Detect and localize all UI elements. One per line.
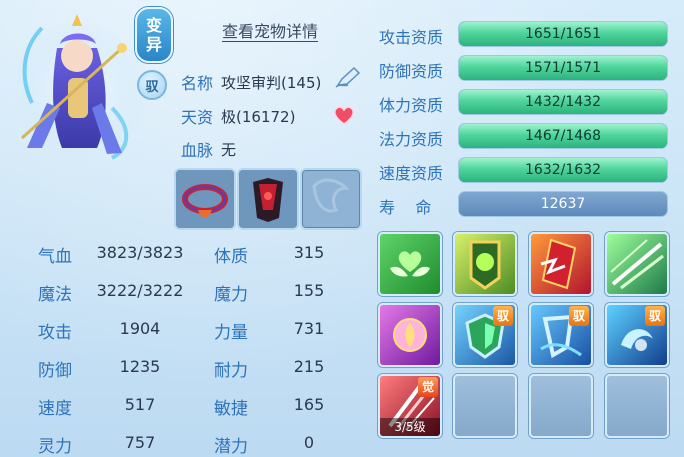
edit-name-icon[interactable]: [334, 65, 362, 89]
talent-row: 天资 极(16172): [181, 104, 295, 128]
skill-level: 3/5级: [380, 418, 440, 436]
aptitude-label-attack: 攻击资质: [379, 28, 444, 47]
skill-slot-9-awakened[interactable]: 觉 3/5级: [378, 374, 442, 438]
wind-slash-skill-icon: [610, 239, 664, 290]
skill-slot-4[interactable]: [605, 232, 669, 296]
aptitude-bar-defense: 1571/1571: [458, 55, 668, 81]
lifespan-value: 12637: [540, 196, 586, 212]
stat-label-potential: 潜力: [214, 437, 248, 457]
stat-value-mp: 3222/3222: [96, 281, 184, 300]
aptitude-label-speed: 速度资质: [379, 164, 444, 183]
stat-label-magic: 魔力: [214, 285, 248, 305]
tame-tag: 驭: [645, 306, 665, 326]
stat-value-magic: 155: [293, 281, 325, 300]
stat-value-strength: 731: [293, 319, 325, 338]
banner-skill-icon: [469, 240, 501, 290]
name-value: 攻坚审判(145): [221, 73, 322, 92]
aptitude-bar-attack: 1651/1651: [458, 21, 668, 47]
aptitude-value-attack: 1651/1651: [525, 26, 601, 42]
aptitude-label-mana: 法力资质: [379, 130, 444, 149]
stat-value-spirit: 757: [124, 433, 156, 452]
skill-slot-empty[interactable]: [529, 374, 593, 438]
skill-slot-empty[interactable]: [605, 374, 669, 438]
tame-badge: 驭: [137, 70, 167, 100]
aptitude-bar-speed: 1632/1632: [458, 157, 668, 183]
stat-value-defense: 1235: [119, 357, 161, 376]
aptitude-label-stamina: 体力资质: [379, 96, 444, 115]
skill-slot-7[interactable]: 驭: [529, 303, 593, 367]
skill-slot-2[interactable]: [453, 232, 517, 296]
stat-label-spirit: 灵力: [38, 437, 72, 457]
stat-label-endurance: 耐力: [214, 361, 248, 381]
aptitude-label-defense: 防御资质: [379, 62, 444, 81]
talent-value: 极(16172): [221, 107, 296, 126]
empty-slot-icon: [312, 178, 350, 213]
aptitude-bar-stamina: 1432/1432: [458, 89, 668, 115]
heart-wings-skill-icon: [390, 251, 430, 277]
name-label: 名称: [181, 74, 214, 93]
stat-value-endurance: 215: [293, 357, 325, 376]
variant-badge-char-1: 变: [145, 16, 162, 35]
stat-value-potential: 0: [303, 433, 315, 452]
view-pet-details-link[interactable]: 查看宠物详情: [222, 22, 319, 42]
lightning-blade-skill-icon: [540, 238, 577, 290]
lifespan-label: 寿 命: [379, 198, 432, 217]
stat-value-agility: 165: [293, 395, 325, 414]
equipment-slot-armor[interactable]: [237, 168, 299, 230]
bloodline-value: 无: [221, 140, 237, 159]
skill-slot-5[interactable]: [378, 303, 442, 367]
lotus-skill-icon: [393, 318, 427, 352]
stat-label-mp: 魔法: [38, 285, 72, 305]
bloodline-label: 血脉: [181, 141, 214, 160]
name-row: 名称 攻坚审判(145): [181, 70, 321, 94]
tame-tag: 驭: [493, 306, 513, 326]
aptitude-bar-mana: 1467/1468: [458, 123, 668, 149]
skill-slot-3[interactable]: [529, 232, 593, 296]
aptitude-value-defense: 1571/1571: [525, 60, 601, 76]
bloodline-row: 血脉 无: [181, 137, 236, 161]
stat-label-constitution: 体质: [214, 247, 248, 267]
variant-badge: 变 异: [135, 7, 173, 63]
equipment-slot-collar[interactable]: [174, 168, 236, 230]
stat-label-attack: 攻击: [38, 323, 72, 343]
skill-slot-6[interactable]: 驭: [453, 303, 517, 367]
stat-label-defense: 防御: [38, 361, 72, 381]
skill-slot-1[interactable]: [378, 232, 442, 296]
talent-label: 天资: [181, 108, 214, 127]
aptitude-value-stamina: 1432/1432: [525, 94, 601, 110]
stat-value-speed: 517: [124, 395, 156, 414]
stat-label-agility: 敏捷: [214, 399, 248, 419]
heart-icon[interactable]: [332, 104, 356, 126]
skill-slot-empty[interactable]: [453, 374, 517, 438]
collar-icon: [176, 170, 234, 228]
stat-value-attack: 1904: [119, 319, 161, 338]
stat-label-strength: 力量: [214, 323, 248, 343]
skill-slot-8[interactable]: 驭: [605, 303, 669, 367]
equipment-slot-empty[interactable]: [300, 168, 362, 230]
tame-tag: 驭: [569, 306, 589, 326]
stat-label-speed: 速度: [38, 399, 72, 419]
stat-value-constitution: 315: [293, 243, 325, 262]
stat-value-hp: 3823/3823: [96, 243, 184, 262]
aptitude-value-speed: 1632/1632: [525, 162, 601, 178]
lifespan-bar: 12637: [458, 191, 668, 217]
aptitude-value-mana: 1467/1468: [525, 128, 601, 144]
stat-label-hp: 气血: [38, 247, 72, 267]
armor-icon: [239, 170, 297, 228]
awaken-tag: 觉: [418, 377, 438, 397]
variant-badge-char-2: 异: [145, 35, 162, 54]
